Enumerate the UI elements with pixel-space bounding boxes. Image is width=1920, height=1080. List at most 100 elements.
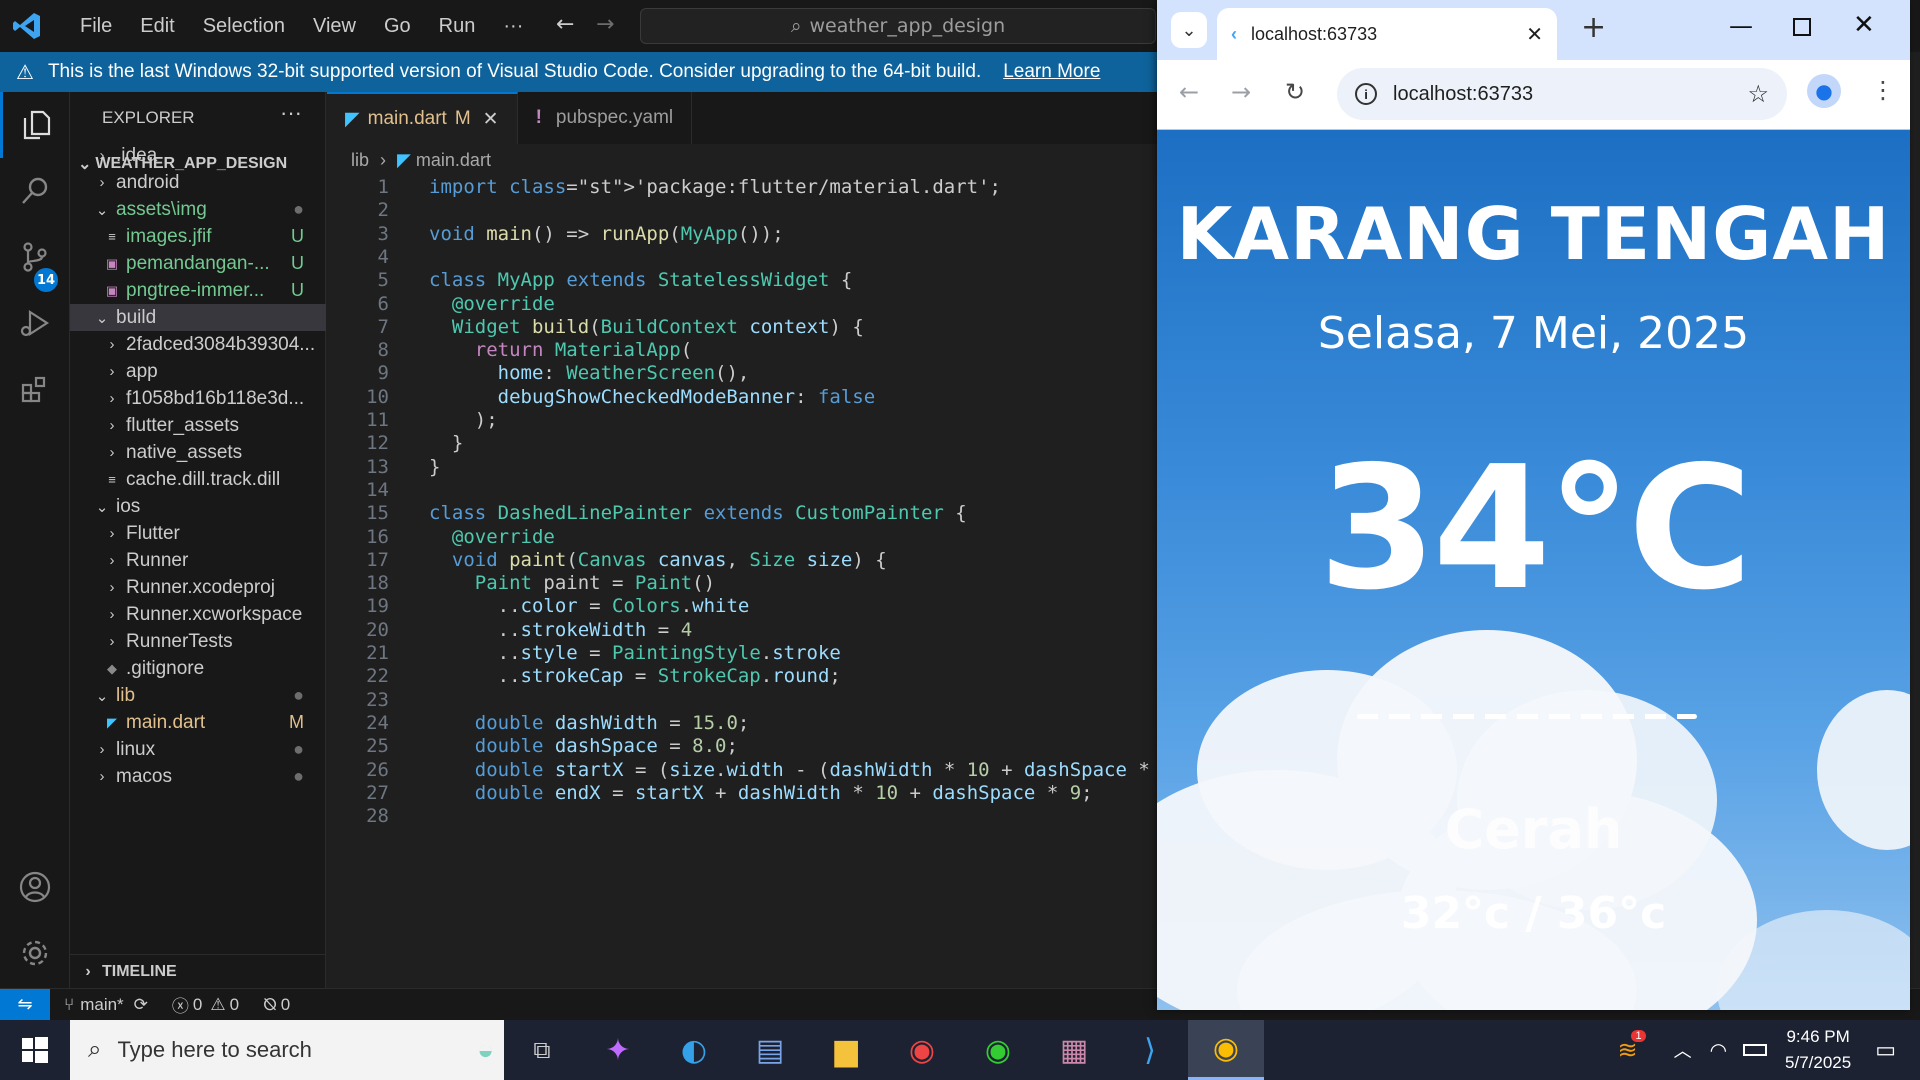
bookmark-star-icon[interactable]: ☆ [1747, 80, 1769, 109]
show-hidden-icons-chevron-icon[interactable]: ︿ [1674, 1037, 1692, 1063]
code-line[interactable]: debugShowCheckedModeBanner: false [429, 386, 876, 408]
battery-icon[interactable] [1743, 1044, 1768, 1056]
weather-tray-icon[interactable]: ≋ 1 [1617, 1029, 1646, 1065]
explorer-icon[interactable] [0, 92, 70, 158]
close-icon[interactable]: ✕ [1526, 22, 1543, 47]
menu-run[interactable]: Run [425, 15, 490, 38]
code-line[interactable]: } [429, 432, 463, 454]
edge-icon[interactable]: ◐ [656, 1020, 732, 1080]
command-center[interactable]: ⌕ weather_app_design [640, 8, 1156, 44]
tree-item[interactable]: ≡ cache.dill.track.dill [70, 466, 326, 493]
code-line[interactable]: void paint(Canvas canvas, Size size) { [429, 549, 887, 571]
close-window-icon[interactable]: ✕ [1853, 10, 1875, 40]
address-bar[interactable]: i localhost:63733 ☆ [1337, 68, 1787, 120]
tree-item[interactable]: › RunnerTests [70, 628, 326, 655]
menu-view[interactable]: View [299, 15, 370, 38]
code-line[interactable]: ); [429, 409, 498, 431]
breadcrumb-file[interactable]: main.dart [416, 150, 491, 170]
tree-item[interactable]: › native_assets [70, 439, 326, 466]
back-arrow-icon[interactable]: ← [1179, 78, 1199, 106]
ports-count[interactable]: 0 [281, 995, 290, 1015]
chrome-taskbar-icon[interactable]: ◉ [1188, 1020, 1264, 1080]
code-line[interactable]: @override [429, 293, 555, 315]
explorer-more-icon[interactable]: ··· [280, 100, 302, 126]
close-icon[interactable]: ✕ [483, 108, 499, 131]
code-line[interactable]: double endX = startX + dashWidth * 10 + … [429, 782, 1093, 804]
tree-item[interactable]: › Runner [70, 547, 326, 574]
winrar-icon[interactable]: ▦ [1036, 1020, 1112, 1080]
chrome-profile-a-icon[interactable]: ◉ [884, 1020, 960, 1080]
code-line[interactable]: double startX = (size.width - (dashWidth… [429, 759, 1150, 781]
run-debug-icon[interactable] [0, 290, 70, 356]
code-line[interactable]: ..style = PaintingStyle.stroke [429, 642, 841, 664]
code-line[interactable]: class MyApp extends StatelessWidget { [429, 269, 852, 291]
settings-gear-icon[interactable] [0, 920, 70, 986]
menu-file[interactable]: File [66, 15, 126, 38]
code-line[interactable]: double dashSpace = 8.0; [429, 735, 738, 757]
tree-item[interactable]: › Flutter [70, 520, 326, 547]
taskbar-search[interactable]: ⌕ Type here to search ◒ [70, 1020, 504, 1080]
code-line[interactable]: double dashWidth = 15.0; [429, 712, 750, 734]
tree-item[interactable]: › f1058bd16b118e3d... [70, 385, 326, 412]
menu-edit[interactable]: Edit [126, 15, 188, 38]
document-app-icon[interactable]: ▤ [732, 1020, 808, 1080]
tab-search-chevron-icon[interactable]: ⌄ [1171, 12, 1207, 48]
wifi-icon[interactable]: ◠ [1710, 1038, 1727, 1063]
tree-item[interactable]: ⌄ assets\img ● [70, 196, 326, 223]
tree-item[interactable]: ⌄ build [70, 304, 326, 331]
error-count[interactable]: 0 [193, 995, 202, 1015]
menu-more[interactable]: ··· [489, 15, 537, 38]
reload-icon[interactable]: ↻ [1285, 78, 1305, 106]
tree-item[interactable]: ◤ main.dart M [70, 709, 326, 736]
tab-main-dart[interactable]: ◤ main.dart M ✕ [327, 92, 518, 144]
back-arrow-icon[interactable]: ← [556, 12, 574, 37]
site-info-icon[interactable]: i [1355, 83, 1377, 105]
tree-item[interactable]: › linux ● [70, 736, 326, 763]
forward-arrow-icon[interactable]: → [1231, 78, 1251, 106]
maximize-icon[interactable] [1793, 18, 1811, 36]
tree-item[interactable]: ≡ images.jfif U [70, 223, 326, 250]
remote-icon[interactable]: ⇋ [0, 988, 50, 1021]
task-view-icon[interactable]: ⧉ [504, 1020, 580, 1080]
tree-item[interactable]: › Runner.xcodeproj [70, 574, 326, 601]
code-line[interactable]: import class="st">'package:flutter/mater… [429, 176, 1001, 198]
search-icon[interactable] [0, 158, 70, 224]
tree-item[interactable]: › android [70, 169, 326, 196]
code-line[interactable]: void main() => runApp(MyApp()); [429, 223, 784, 245]
extensions-icon[interactable] [0, 356, 70, 422]
tree-item[interactable]: › Runner.xcworkspace [70, 601, 326, 628]
forward-arrow-icon[interactable]: → [596, 12, 614, 37]
file-explorer-icon[interactable]: ▆ [808, 1020, 884, 1080]
warning-count[interactable]: 0 [230, 995, 239, 1015]
tree-item[interactable]: › .idea [70, 142, 326, 169]
code-line[interactable]: ..strokeCap = StrokeCap.round; [429, 665, 841, 687]
new-tab-plus-icon[interactable]: + [1581, 10, 1606, 45]
chrome-tab[interactable]: ‹ localhost:63733 ✕ [1217, 8, 1557, 60]
tree-item[interactable]: ◆ .gitignore [70, 655, 326, 682]
code-line[interactable]: class DashedLinePainter extends CustomPa… [429, 502, 967, 524]
timeline-section[interactable]: › TIMELINE [70, 954, 326, 988]
tree-item[interactable]: ▣ pngtree-immer... U [70, 277, 326, 304]
breadcrumb-lib[interactable]: lib [351, 150, 369, 170]
tree-item[interactable]: ▣ pemandangan-... U [70, 250, 326, 277]
code-line[interactable]: Paint paint = Paint() [429, 572, 715, 594]
tree-item[interactable]: ⌄ lib ● [70, 682, 326, 709]
code-line[interactable]: home: WeatherScreen(), [429, 362, 750, 384]
menu-selection[interactable]: Selection [189, 15, 299, 38]
tab-pubspec-yaml[interactable]: ! pubspec.yaml [518, 92, 693, 144]
code-line[interactable]: @override [429, 526, 555, 548]
chrome-menu-icon[interactable]: ⋮ [1871, 76, 1895, 104]
profile-avatar-icon[interactable]: ● [1807, 74, 1841, 108]
tree-item[interactable]: ⌄ ios [70, 493, 326, 520]
sync-icon[interactable]: ⟳ [134, 995, 148, 1015]
account-icon[interactable] [0, 854, 70, 920]
learn-more-link[interactable]: Learn More [1003, 61, 1100, 83]
chrome-profile-b-icon[interactable]: ◉ [960, 1020, 1036, 1080]
minimize-icon[interactable]: — [1729, 12, 1753, 40]
taskbar-clock[interactable]: 9:46 PM 5/7/2025 [1785, 1024, 1851, 1076]
menu-go[interactable]: Go [370, 15, 425, 38]
tree-item[interactable]: › app [70, 358, 326, 385]
tree-item[interactable]: › macos ● [70, 763, 326, 790]
code-line[interactable]: Widget build(BuildContext context) { [429, 316, 864, 338]
windows-start-icon[interactable] [0, 1020, 70, 1080]
